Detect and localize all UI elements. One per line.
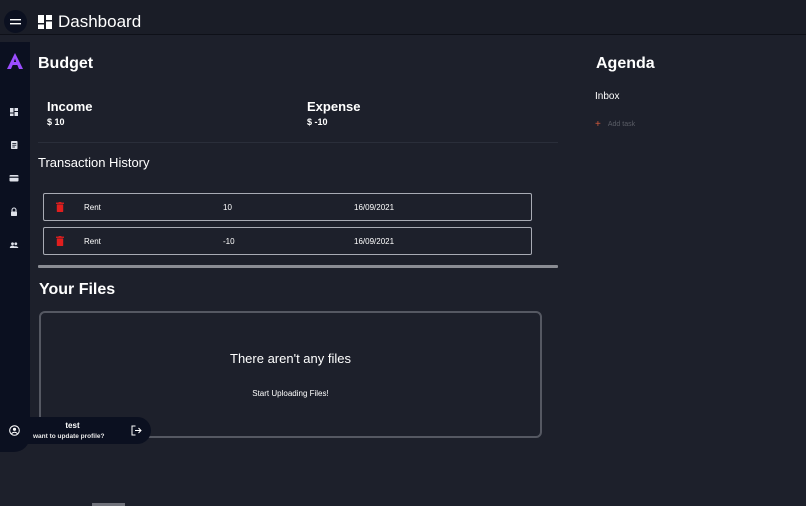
horizontal-scrollbar[interactable] <box>38 265 558 268</box>
budget-title: Budget <box>38 55 94 72</box>
logout-icon[interactable] <box>131 425 142 436</box>
start-upload-link[interactable]: Start Uploading Files! <box>41 389 540 398</box>
page-title: Dashboard <box>58 12 142 31</box>
trash-icon[interactable] <box>56 202 64 212</box>
user-profile-card[interactable]: test want to update profile? <box>0 417 151 444</box>
transaction-name: Rent <box>84 237 101 246</box>
add-task-label: Add task <box>607 121 636 128</box>
menu-button[interactable] <box>4 10 27 33</box>
app-logo-icon[interactable] <box>6 52 24 70</box>
your-files-title: Your Files <box>39 281 116 298</box>
lock-icon[interactable] <box>9 207 19 217</box>
dashboard-icon <box>38 15 52 29</box>
dashboard-icon[interactable] <box>9 107 19 117</box>
expense-value: $ -10 <box>307 117 328 127</box>
hamburger-icon <box>10 18 21 24</box>
inbox-label: Inbox <box>595 91 620 102</box>
files-empty-text: There aren't any files <box>230 351 351 366</box>
sidebar <box>0 42 30 452</box>
income-label: Income <box>47 99 93 114</box>
user-name: test <box>65 421 80 430</box>
update-profile-link[interactable]: want to update profile? <box>33 433 105 440</box>
add-task-button[interactable]: + Add task <box>595 119 635 130</box>
transaction-row: Rent -10 16/09/2021 <box>43 227 532 255</box>
income-value: $ 10 <box>47 117 65 127</box>
card-icon[interactable] <box>9 173 19 183</box>
expense-label: Expense <box>307 99 361 114</box>
page-title-group: Dashboard <box>38 12 141 32</box>
transaction-amount: -10 <box>223 237 235 246</box>
budget-divider <box>38 142 558 143</box>
agenda-title: Agenda <box>596 55 655 72</box>
trash-icon[interactable] <box>56 236 64 246</box>
transaction-history-title: Transaction History <box>38 155 150 170</box>
transaction-row: Rent 10 16/09/2021 <box>43 193 532 221</box>
transaction-name: Rent <box>84 203 101 212</box>
notes-icon[interactable] <box>9 140 19 150</box>
transaction-date: 16/09/2021 <box>354 237 395 246</box>
transaction-date: 16/09/2021 <box>354 203 395 212</box>
people-icon[interactable] <box>9 240 19 250</box>
plus-icon: + <box>595 119 601 130</box>
transaction-amount: 10 <box>223 203 232 212</box>
